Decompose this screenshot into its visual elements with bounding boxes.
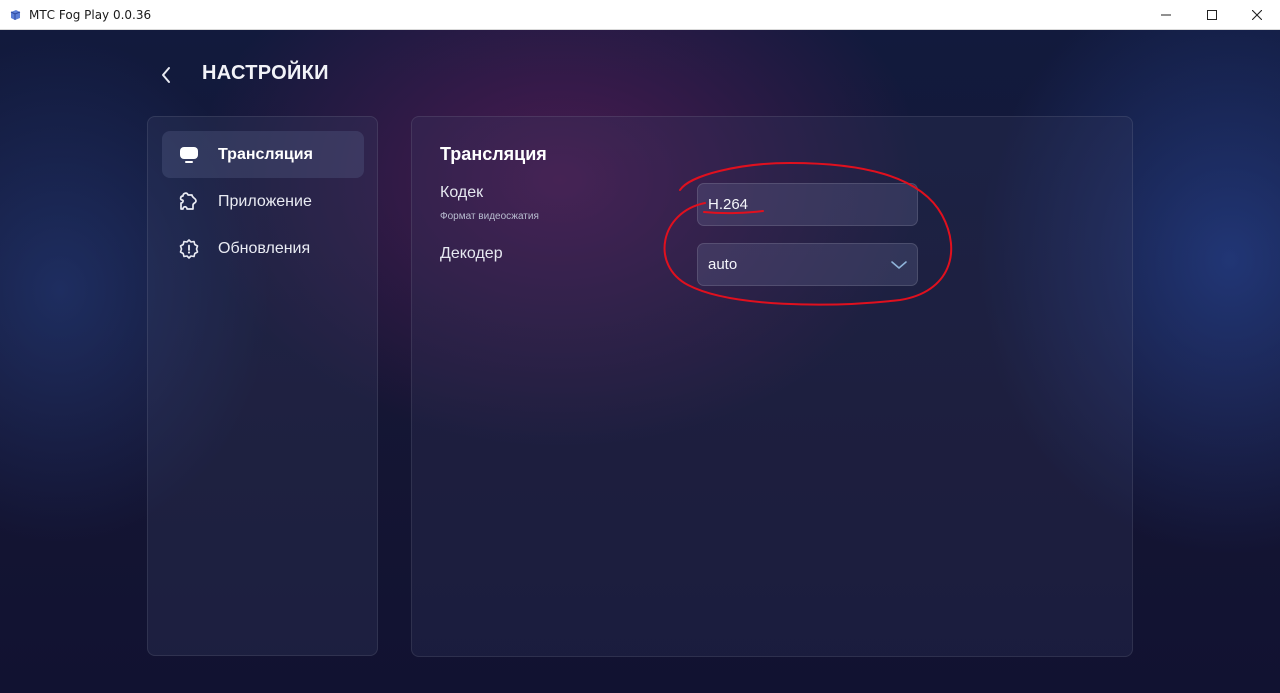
update-gear-icon [178,238,200,260]
chevron-left-icon [162,67,170,83]
maximize-icon [1207,10,1217,20]
window-title: МТС Fog Play 0.0.36 [29,8,152,22]
page-title: НАСТРОЙКИ [202,62,329,84]
sidebar-item-label: Приложение [218,193,312,210]
codec-label: Кодек [440,184,484,201]
close-button[interactable] [1234,0,1280,30]
codec-sublabel: Формат видеосжатия [440,211,539,222]
app-content: НАСТРОЙКИ Трансляция Приложение Обновлен… [0,30,1280,693]
sidebar-item-broadcast[interactable]: Трансляция [162,131,364,178]
back-button[interactable] [154,63,178,87]
decoder-select[interactable]: auto [697,243,918,286]
window-titlebar: МТС Fog Play 0.0.36 [0,0,1280,30]
settings-sidebar: Трансляция Приложение Обновления [147,116,378,656]
codec-value: H.264 [708,196,749,213]
sidebar-item-label: Трансляция [218,146,313,163]
sidebar-item-label: Обновления [218,240,311,257]
codec-field[interactable]: H.264 [697,183,918,226]
settings-panel: Трансляция Кодек Формат видеосжатия H.26… [411,116,1133,657]
app-logo-icon [10,10,21,20]
decoder-label: Декодер [440,245,503,262]
minimize-button[interactable] [1143,0,1189,30]
panel-title: Трансляция [440,144,547,164]
decoder-value: auto [708,256,738,273]
close-icon [1252,10,1262,20]
chevron-down-icon [891,261,907,269]
monitor-icon [178,144,200,166]
app-puzzle-icon [178,191,200,213]
sidebar-item-updates[interactable]: Обновления [162,225,364,272]
minimize-icon [1161,14,1171,16]
maximize-button[interactable] [1189,0,1235,30]
sidebar-item-application[interactable]: Приложение [162,178,364,225]
